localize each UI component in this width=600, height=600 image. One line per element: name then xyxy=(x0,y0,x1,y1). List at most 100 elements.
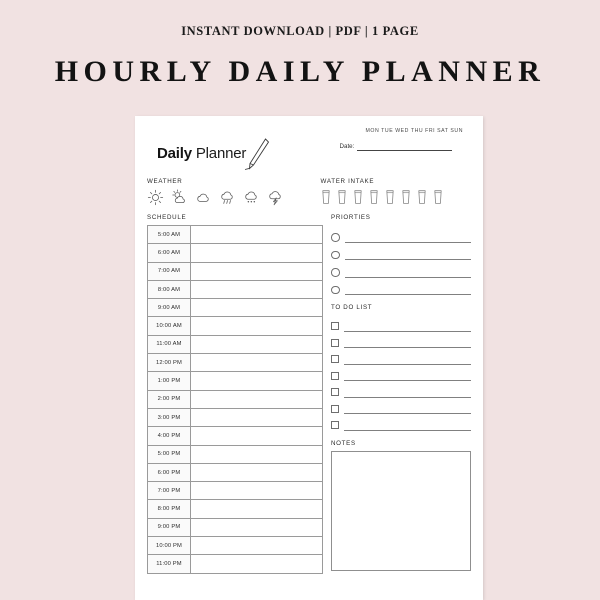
rain-icon[interactable] xyxy=(219,189,236,206)
water-glass-icon[interactable] xyxy=(353,189,363,205)
priority-circle-icon[interactable] xyxy=(331,268,340,277)
schedule-entry-field[interactable] xyxy=(190,426,323,446)
partly-cloudy-icon[interactable] xyxy=(171,189,188,206)
water-glass-icon[interactable] xyxy=(401,189,411,205)
notes-section: NOTES xyxy=(331,440,471,571)
todo-input[interactable] xyxy=(344,429,471,431)
priority-input[interactable] xyxy=(344,276,471,278)
list-item[interactable] xyxy=(331,398,471,414)
table-row[interactable]: 7:00 AM xyxy=(147,261,323,281)
schedule-time: 7:00 AM xyxy=(147,261,191,281)
todo-input[interactable] xyxy=(344,330,471,332)
priorities-label: PRIORTIES xyxy=(331,214,371,221)
list-item[interactable] xyxy=(331,414,471,431)
priority-circle-icon[interactable] xyxy=(331,285,340,294)
table-row[interactable]: 5:00 AM xyxy=(147,224,323,245)
todo-checkbox[interactable] xyxy=(331,322,339,330)
schedule-entry-field[interactable] xyxy=(190,316,323,336)
priority-circle-icon[interactable] xyxy=(331,250,340,259)
table-row[interactable]: 8:00 PM xyxy=(147,499,323,519)
water-glass-icon[interactable] xyxy=(417,189,427,205)
right-column: PRIORTIES TO DO LIST NOTES xyxy=(331,214,471,574)
cloud-icon[interactable] xyxy=(195,189,212,206)
schedule-entry-field[interactable] xyxy=(190,353,323,373)
priority-input[interactable] xyxy=(344,293,471,295)
table-row[interactable]: 10:00 PM xyxy=(147,536,323,556)
list-item[interactable] xyxy=(331,332,471,348)
notes-textarea[interactable] xyxy=(331,450,471,571)
table-row[interactable]: 9:00 PM xyxy=(147,517,323,538)
list-item[interactable] xyxy=(331,225,471,243)
todo-checkbox[interactable] xyxy=(331,355,339,363)
todo-checkbox[interactable] xyxy=(331,371,339,380)
priority-circle-icon[interactable] xyxy=(331,233,340,242)
schedule-entry-field[interactable] xyxy=(190,462,323,483)
schedule-time: 11:00 AM xyxy=(147,334,191,355)
schedule-table: 5:00 AM 6:00 AM 7:00 AM 8:00 AM 9:00 AM … xyxy=(147,224,323,574)
schedule-entry-field[interactable] xyxy=(190,371,323,391)
schedule-time: 2:00 PM xyxy=(147,389,191,409)
table-row[interactable]: 5:00 PM xyxy=(147,444,323,464)
water-glass-icon[interactable] xyxy=(385,189,395,205)
todo-checkbox[interactable] xyxy=(331,338,339,347)
todo-checkbox[interactable] xyxy=(331,404,339,413)
schedule-entry-field[interactable] xyxy=(190,407,323,428)
water-glass-icon[interactable] xyxy=(337,189,347,205)
water-glass-icon[interactable] xyxy=(369,189,379,205)
list-item[interactable] xyxy=(331,243,471,260)
schedule-time: 3:00 PM xyxy=(147,407,191,428)
schedule-entry-field[interactable] xyxy=(190,243,323,263)
table-row[interactable]: 7:00 PM xyxy=(147,481,323,501)
schedule-entry-field[interactable] xyxy=(190,389,323,409)
todo-input[interactable] xyxy=(344,379,471,381)
todo-checkbox[interactable] xyxy=(331,421,339,429)
table-row[interactable]: 11:00 PM xyxy=(147,554,323,574)
schedule-entry-field[interactable] xyxy=(190,554,323,574)
list-item[interactable] xyxy=(331,278,471,295)
table-row[interactable]: 3:00 PM xyxy=(147,407,323,428)
water-glass-icon[interactable] xyxy=(321,189,331,205)
schedule-entry-field[interactable] xyxy=(190,517,323,538)
schedule-time: 9:00 AM xyxy=(147,298,191,318)
list-item[interactable] xyxy=(331,348,471,365)
todo-input[interactable] xyxy=(344,363,471,365)
weekday-selector[interactable]: MON TUE WED THU FRI SAT SUN xyxy=(340,128,463,134)
todo-input[interactable] xyxy=(344,412,471,414)
schedule-entry-field[interactable] xyxy=(190,536,323,556)
priority-input[interactable] xyxy=(344,258,471,260)
table-row[interactable]: 11:00 AM xyxy=(147,334,323,355)
schedule-time: 8:00 AM xyxy=(147,279,191,300)
date-input[interactable] xyxy=(357,149,453,151)
schedule-entry-field[interactable] xyxy=(190,481,323,501)
schedule-entry-field[interactable] xyxy=(190,334,323,355)
table-row[interactable]: 9:00 AM xyxy=(147,298,323,318)
schedule-entry-field[interactable] xyxy=(190,444,323,464)
table-row[interactable]: 4:00 PM xyxy=(147,426,323,446)
table-row[interactable]: 2:00 PM xyxy=(147,389,323,409)
table-row[interactable]: 8:00 AM xyxy=(147,279,323,300)
list-item[interactable] xyxy=(331,260,471,278)
schedule-entry-field[interactable] xyxy=(190,499,323,519)
list-item[interactable] xyxy=(331,315,471,332)
table-row[interactable]: 1:00 PM xyxy=(147,371,323,391)
schedule-entry-field[interactable] xyxy=(190,261,323,281)
sun-icon[interactable] xyxy=(147,189,164,206)
schedule-entry-field[interactable] xyxy=(190,224,323,245)
todo-checkbox[interactable] xyxy=(331,388,339,396)
list-item[interactable] xyxy=(331,381,471,398)
schedule-entry-field[interactable] xyxy=(190,298,323,318)
storm-icon[interactable] xyxy=(267,189,284,206)
list-item[interactable] xyxy=(331,365,471,381)
priority-input[interactable] xyxy=(344,241,471,243)
table-row[interactable]: 12:00 PM xyxy=(147,353,323,373)
table-row[interactable]: 6:00 PM xyxy=(147,462,323,483)
pen-icon xyxy=(244,138,270,172)
water-glass-icon[interactable] xyxy=(433,189,443,205)
table-row[interactable]: 6:00 AM xyxy=(147,243,323,263)
todo-input[interactable] xyxy=(344,346,471,348)
table-row[interactable]: 10:00 AM xyxy=(147,316,323,336)
snow-icon[interactable] xyxy=(243,189,260,206)
todo-input[interactable] xyxy=(344,396,471,398)
schedule-entry-field[interactable] xyxy=(190,279,323,300)
water-glass-row xyxy=(321,189,471,205)
